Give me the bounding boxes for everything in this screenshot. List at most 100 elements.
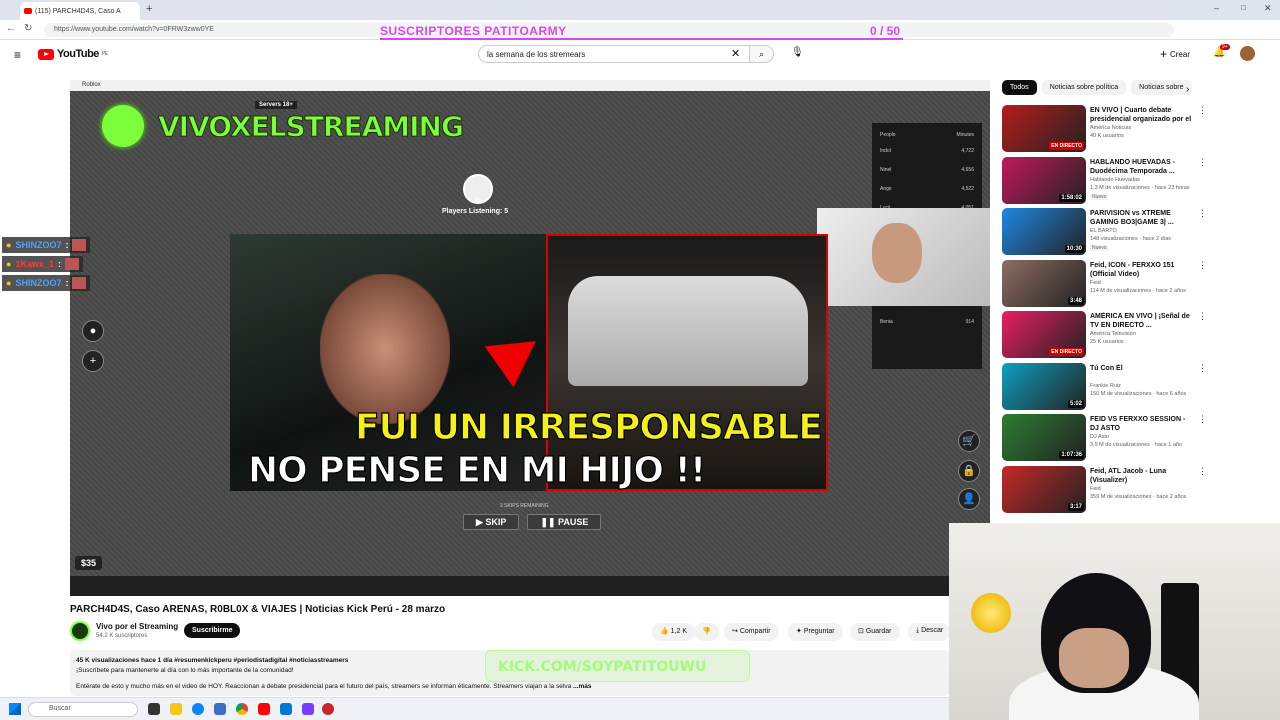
browser-tab[interactable]: (115) PARCH4D4S, Caso A (20, 2, 140, 20)
edge-icon[interactable] (192, 703, 204, 715)
recommended-video[interactable]: 10:30 PARIVISION vs XTREME GAMING BO3|GAM… (1002, 208, 1207, 256)
leaderboard-header-people: People (880, 132, 896, 138)
search-input[interactable]: la semana de los stremears (478, 45, 750, 63)
reload-icon[interactable]: ↻ (24, 23, 32, 34)
windows-start-icon[interactable] (9, 703, 21, 715)
video-channel[interactable]: Frankie Ruiz (1090, 383, 1121, 389)
like-button[interactable]: 👍 1,2 K (652, 623, 696, 641)
video-duration-badge: 10:30 (1064, 245, 1084, 253)
video-title[interactable]: PARIVISION vs XTREME GAMING BO3|GAME 3| … (1090, 209, 1195, 227)
video-channel[interactable]: Hablando Huevadas (1090, 177, 1140, 183)
video-duration-badge: 3:17 (1067, 502, 1084, 511)
pause-button[interactable]: ❚❚ PAUSE (527, 514, 602, 530)
video-thumbnail[interactable]: EN DIRECTO (1002, 311, 1086, 358)
more-options-icon[interactable]: ⋮ (1198, 466, 1207, 477)
video-title[interactable]: EN VIVO | Cuarto debate presidencial org… (1090, 106, 1195, 124)
ask-button[interactable]: ✦ Preguntar (788, 623, 843, 641)
recommended-video[interactable]: EN DIRECTO EN VIVO | Cuarto debate presid… (1002, 105, 1207, 153)
video-thumbnail[interactable]: 1:58:02 (1002, 156, 1086, 204)
task-view-icon[interactable] (148, 703, 160, 715)
channel-subscribers: 54,2 K suscriptores (96, 633, 148, 639)
more-options-icon[interactable]: ⋮ (1198, 363, 1207, 374)
video-thumbnail[interactable]: 5:02 (1002, 362, 1086, 410)
create-button[interactable]: + Crear (1160, 47, 1190, 61)
share-button[interactable]: ↪ Compartir (724, 623, 779, 641)
subscribe-button[interactable]: Suscribirme (184, 623, 241, 638)
obs-icon[interactable] (322, 703, 334, 715)
video-thumbnail[interactable]: 3:48 (1002, 259, 1086, 307)
browser-toolbar: ← ↻ https://www.youtube.com/watch?v=0FRW… (0, 20, 1280, 40)
video-meta: 114 M de visualizaciones · hace 2 años (1090, 287, 1186, 294)
profile-icon[interactable]: 👤 (958, 488, 980, 510)
recommended-video[interactable]: EN DIRECTO AMÉRICA EN VIVO | ¡Señal de TV… (1002, 311, 1207, 359)
lock-icon[interactable]: 🔒 (958, 460, 980, 482)
chrome-icon[interactable] (236, 703, 248, 715)
address-bar[interactable]: https://www.youtube.com/watch?v=0FRW3zww… (44, 23, 1174, 37)
close-window-icon[interactable]: ✕ (1264, 3, 1272, 14)
minimize-window-icon[interactable]: – (1214, 3, 1219, 13)
recommended-video[interactable]: 1:07:36 FEID VS FERXXO SESSION - DJ ASTO D… (1002, 414, 1207, 462)
plus-icon: + (1160, 47, 1168, 61)
video-meta: 3,9 M de visualizaciones · hace 1 año (1090, 442, 1183, 448)
video-meta: 40 K usuarios (1090, 133, 1124, 139)
video-channel[interactable]: Feid (1090, 486, 1101, 492)
recommended-video[interactable]: 3:17 Feid, ATL Jacob - Luna (Visualizer) F… (1002, 465, 1207, 514)
more-options-icon[interactable]: ⋮ (1198, 208, 1207, 219)
back-icon[interactable]: ← (6, 23, 16, 34)
recommended-video[interactable]: 1:58:02 HABLANDO HUEVADAS - Duodécima Tem… (1002, 156, 1207, 205)
video-thumbnail[interactable]: 10:30 (1002, 208, 1086, 255)
video-channel[interactable]: EL BARTO (1090, 228, 1117, 234)
account-avatar[interactable] (1240, 46, 1255, 61)
search-button[interactable]: ⌕ (750, 45, 774, 63)
video-title[interactable]: AMÉRICA EN VIVO | ¡Señal de TV EN DIRECT… (1090, 312, 1195, 330)
video-channel[interactable]: DJ Asto (1090, 434, 1109, 440)
video-thumbnail[interactable]: 3:17 (1002, 465, 1086, 513)
recommended-video[interactable]: 5:02 Tú Con Él Frankie Ruiz 150 M de visual… (1002, 362, 1207, 411)
store-icon[interactable] (214, 703, 226, 715)
video-title[interactable]: Feid, ATL Jacob - Luna (Visualizer) (1090, 467, 1195, 485)
shop-cart-icon[interactable]: 🛒 (958, 430, 980, 452)
skip-button[interactable]: ▶ SKIP (463, 514, 520, 530)
maximize-window-icon[interactable]: □ (1241, 3, 1246, 12)
video-thumbnail[interactable]: EN DIRECTO (1002, 105, 1086, 152)
more-options-icon[interactable]: ⋮ (1198, 157, 1207, 168)
menu-icon[interactable]: ≡ (14, 48, 21, 62)
save-button[interactable]: ⊡ Guardar (850, 623, 900, 641)
video-channel[interactable]: América Noticias (1090, 125, 1131, 131)
channel-name[interactable]: Vivo por el Streaming (96, 622, 178, 631)
video-player[interactable]: Roblox VIVOXELSTREAMING Servers 18+ 39 P… (70, 80, 990, 596)
file-explorer-icon[interactable] (170, 703, 182, 715)
add-icon[interactable]: + (82, 350, 104, 372)
video-channel[interactable]: Feid (1090, 280, 1101, 286)
chevron-right-icon[interactable]: › (1186, 84, 1189, 95)
taskbar-search[interactable]: Buscar (28, 702, 138, 717)
new-tab-icon[interactable]: + (146, 3, 152, 15)
microphone-icon[interactable]: 🎙 (791, 47, 804, 58)
youtube-app-icon[interactable] (258, 703, 270, 715)
video-title[interactable]: Feid, ICON - FERXXO 151 (Official Video) (1090, 261, 1195, 279)
recommended-video[interactable]: 3:48 Feid, ICON - FERXXO 151 (Official Vi… (1002, 259, 1207, 308)
video-channel[interactable]: América Televisión (1090, 331, 1136, 337)
discord-icon[interactable] (302, 703, 314, 715)
video-title[interactable]: FEID VS FERXXO SESSION - DJ ASTO (1090, 415, 1195, 433)
clear-search-icon[interactable]: ✕ (731, 47, 740, 60)
filter-chip[interactable]: Noticias sobre (1131, 80, 1192, 95)
app-icon[interactable] (280, 703, 292, 715)
sparkle-icon: ✦ (796, 628, 802, 635)
more-options-icon[interactable]: ⋮ (1198, 414, 1207, 425)
game-avatar-icon[interactable]: ● (82, 320, 104, 342)
more-options-icon[interactable]: ⋮ (1198, 105, 1207, 116)
more-options-icon[interactable]: ⋮ (1198, 260, 1207, 271)
filter-chip[interactable]: Todos (1002, 80, 1037, 95)
video-title[interactable]: HABLANDO HUEVADAS - Duodécima Temporada … (1090, 158, 1195, 176)
filter-chip[interactable]: Noticias sobre política (1041, 80, 1127, 95)
headline-line1: FUI UN IRRESPONSABLE (354, 406, 823, 448)
download-button[interactable]: ⤓ Descar (908, 623, 950, 641)
more-options-icon[interactable]: ⋮ (1198, 311, 1207, 322)
video-thumbnail[interactable]: 1:07:36 (1002, 414, 1086, 461)
channel-avatar[interactable] (70, 621, 90, 641)
video-title[interactable]: Tú Con Él (1090, 364, 1195, 373)
dislike-button[interactable]: 👎 (694, 623, 719, 641)
youtube-logo[interactable]: YouTube PE (38, 48, 108, 60)
show-more-link[interactable]: ...más (573, 683, 591, 690)
